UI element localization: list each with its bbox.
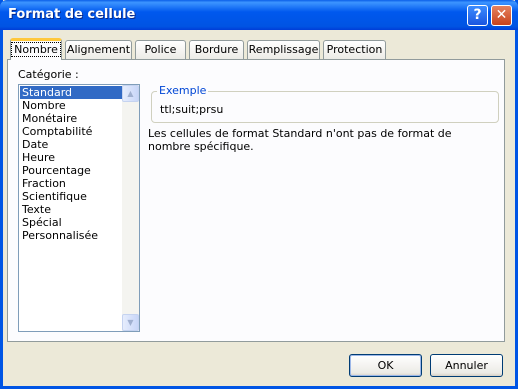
vertical-scrollbar[interactable]: ▲ ▼ <box>122 85 139 331</box>
category-item[interactable]: Fraction <box>20 177 123 190</box>
tab-nombre[interactable]: Nombre <box>10 38 62 60</box>
category-item[interactable]: Heure <box>20 151 123 164</box>
cancel-button[interactable]: Annuler <box>430 354 503 377</box>
category-label: Catégorie : <box>18 68 79 81</box>
scroll-down-icon[interactable]: ▼ <box>122 314 139 331</box>
category-item[interactable]: Monétaire <box>20 112 123 125</box>
help-button[interactable]: ? <box>467 5 488 26</box>
category-list[interactable]: Standard Nombre Monétaire Comptabilité Date H… <box>18 84 140 332</box>
category-item[interactable]: Nombre <box>20 99 123 112</box>
category-items: Standard Nombre Monétaire Comptabilité Date H… <box>20 86 123 242</box>
category-item[interactable]: Scientifique <box>20 190 123 203</box>
tab-remplissage[interactable]: Remplissage <box>247 40 320 59</box>
sample-title: Exemple <box>157 84 209 97</box>
scroll-up-icon[interactable]: ▲ <box>122 85 139 102</box>
tab-alignement[interactable]: Alignement <box>65 40 132 59</box>
tab-police[interactable]: Police <box>135 40 186 59</box>
category-item[interactable]: Spécial <box>20 216 123 229</box>
category-item[interactable]: Texte <box>20 203 123 216</box>
sample-value: ttl;suit;prsu <box>160 103 224 116</box>
category-item[interactable]: Comptabilité <box>20 125 123 138</box>
category-item[interactable]: Date <box>20 138 123 151</box>
ok-button[interactable]: OK <box>349 354 422 377</box>
tab-bordure[interactable]: Bordure <box>189 40 244 59</box>
tab-protection[interactable]: Protection <box>323 40 386 59</box>
sample-group: Exemple ttl;suit;prsu <box>151 84 499 123</box>
title-bar[interactable]: Format de cellule ? ✕ <box>0 0 518 30</box>
close-button[interactable]: ✕ <box>491 5 512 26</box>
close-icon: ✕ <box>495 7 508 23</box>
nombre-panel: Catégorie : Standard Nombre Monétaire Compt… <box>7 59 505 342</box>
format-description: Les cellules de format Standard n'ont pa… <box>148 127 452 153</box>
category-item[interactable]: Personnalisée <box>20 229 123 242</box>
category-item[interactable]: Pourcentage <box>20 164 123 177</box>
window-title: Format de cellule <box>8 7 136 22</box>
help-icon: ? <box>473 7 482 23</box>
category-item[interactable]: Standard <box>20 86 123 99</box>
